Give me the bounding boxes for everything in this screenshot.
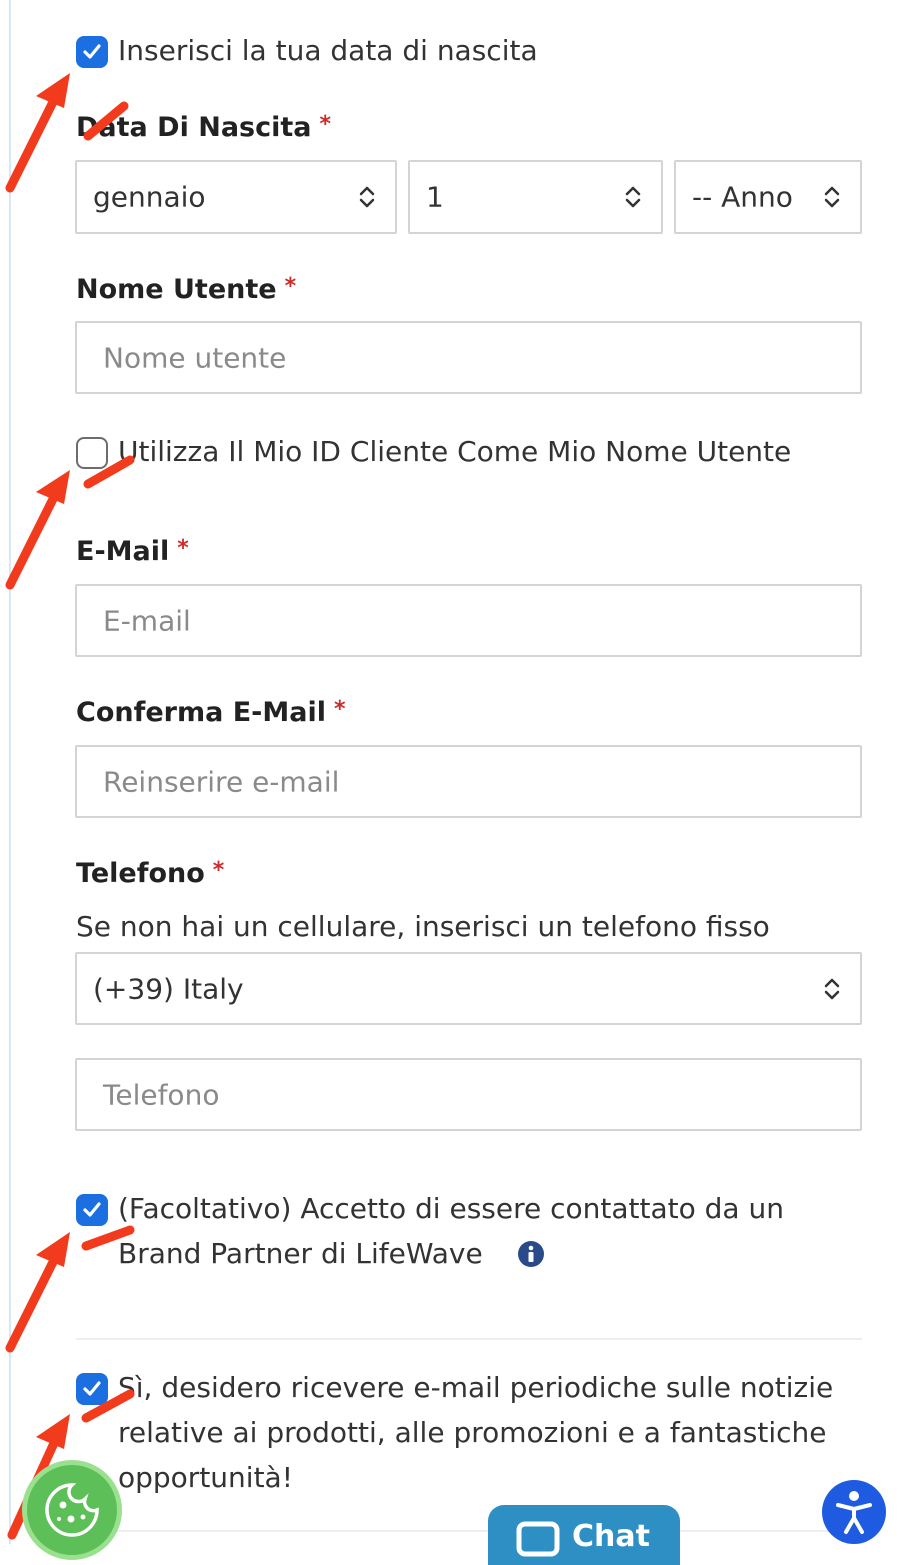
contact-consent-line1: (Facoltativo) Accetto di essere contatta… [118,1192,784,1225]
section-divider [76,1530,862,1532]
cookie-icon [45,1483,99,1537]
phone-input[interactable]: Telefono [75,1058,862,1131]
confirm-email-label-text: Conferma E-Mail [76,697,326,728]
required-mark: * [212,858,225,883]
email-placeholder: E-mail [103,604,191,637]
chat-button[interactable]: Chat [488,1505,680,1565]
cookie-settings-button[interactable] [22,1460,122,1560]
red-arrow [5,455,135,590]
required-mark: * [177,536,189,561]
phone-placeholder: Telefono [103,1078,220,1111]
confirm-email-placeholder: Reinserire e-mail [103,765,340,798]
country-code-select[interactable]: (+39) Italy [75,952,862,1025]
chat-button-label: Chat [572,1519,650,1554]
info-icon[interactable] [517,1240,545,1268]
required-mark: * [319,112,332,137]
confirm-email-label: Conferma E-Mail * [76,697,345,728]
chevron-updown-icon [625,186,641,208]
username-label: Nome Utente * [76,274,296,305]
section-divider [76,1338,862,1340]
confirm-email-input[interactable]: Reinserire e-mail [75,745,862,818]
contact-consent-line2: Brand Partner di LifeWave [118,1237,483,1270]
chevron-updown-icon [824,186,840,208]
username-label-text: Nome Utente [76,274,277,305]
chevron-updown-icon [824,978,840,999]
newsletter-line1: Sì, desidero ricevere e-mail periodiche … [118,1371,834,1404]
newsletter-line2: relative ai prodotti, alle promozioni e … [118,1416,827,1449]
phone-label-text: Telefono [76,858,205,889]
username-input[interactable]: Nome utente [75,321,862,394]
email-input[interactable]: E-mail [75,584,862,657]
accessibility-icon [836,1491,872,1534]
accessibility-button[interactable] [822,1480,886,1544]
required-mark: * [333,697,346,722]
day-select[interactable]: 1 [408,160,663,234]
birthdate-checkbox-label: Inserisci la tua data di nascita [118,34,538,67]
red-arrow [5,73,129,193]
year-select-value: -- Anno [692,180,793,214]
phone-helper-text: Se non hai un cellulare, inserisci un te… [76,910,770,943]
required-mark: * [284,274,297,299]
year-select[interactable]: -- Anno [674,160,862,234]
use-customer-id-label: Utilizza Il Mio ID Cliente Come Mio Nome… [118,435,792,468]
red-arrow [5,1225,135,1353]
chat-bubble-icon [516,1521,560,1557]
chevron-updown-icon [359,186,375,208]
newsletter-line3: opportunità! [118,1461,293,1494]
country-code-value: (+39) Italy [93,972,244,1005]
phone-label: Telefono * [76,858,224,889]
day-select-value: 1 [426,180,444,214]
username-placeholder: Nome utente [103,341,287,374]
